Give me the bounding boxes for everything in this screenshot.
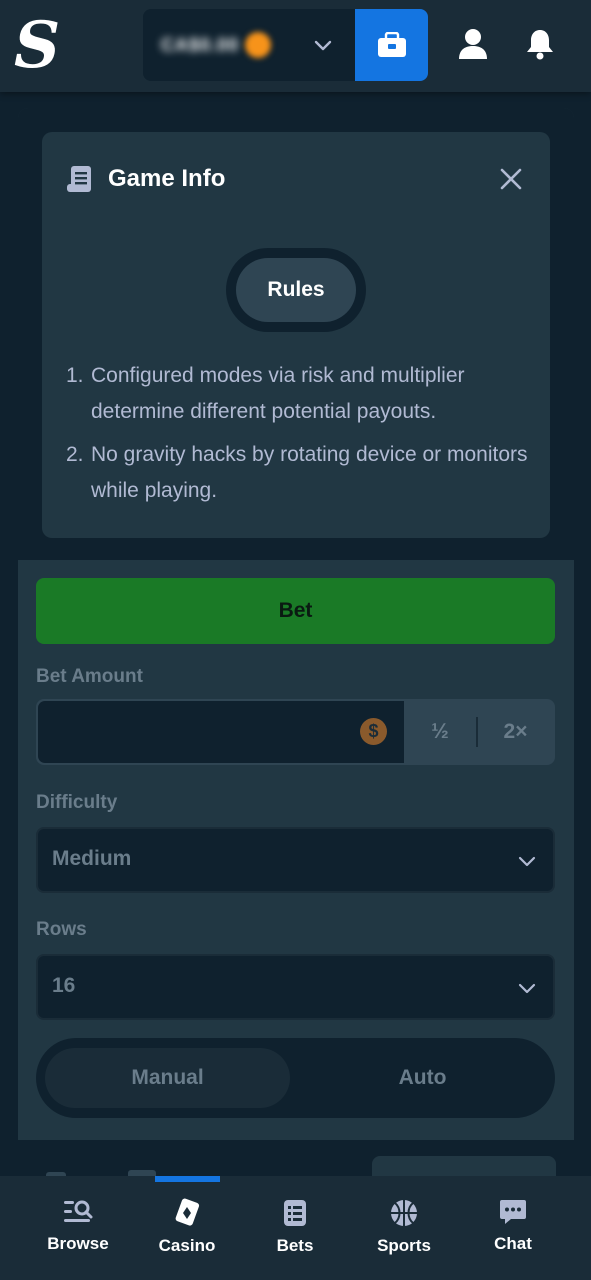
tab-auto[interactable]: Auto	[300, 1048, 545, 1108]
bottom-nav: Browse Casino Bets Sports Chat	[0, 1176, 591, 1280]
profile-button[interactable]	[453, 24, 493, 64]
nav-label: Browse	[47, 1234, 109, 1253]
rule-item: 1. Configured modes via risk and multipl…	[66, 364, 465, 423]
wallet-selector[interactable]: CA$0.00	[143, 9, 355, 81]
nav-bets[interactable]: Bets	[240, 1176, 350, 1280]
user-icon	[459, 29, 487, 59]
dollar-icon: $	[360, 718, 387, 745]
bell-icon	[527, 30, 553, 60]
casino-icon	[175, 1198, 200, 1226]
bets-icon	[284, 1200, 306, 1226]
mode-tabs: Manual Auto	[36, 1038, 555, 1118]
difficulty-value: Medium	[52, 847, 132, 870]
nav-browse[interactable]: Browse	[23, 1176, 133, 1280]
wallet-icon	[377, 32, 406, 57]
nav-label: Sports	[377, 1236, 431, 1255]
logo[interactable]: S	[14, 12, 62, 80]
chevron-down-icon	[518, 983, 536, 994]
wallet-balance: CA$0.00	[161, 34, 240, 55]
chat-icon	[500, 1200, 526, 1224]
nav-casino[interactable]: Casino	[132, 1176, 242, 1280]
tab-manual[interactable]: Manual	[45, 1048, 290, 1108]
notifications-button[interactable]	[520, 24, 560, 64]
rule-item: 2. No gravity hacks by rotating device o…	[66, 443, 528, 502]
rows-value: 16	[52, 974, 76, 997]
bet-button[interactable]: Bet	[36, 578, 555, 644]
currency-coin-icon	[245, 32, 272, 58]
game-info-title: Game Info	[108, 165, 226, 192]
rows-label: Rows	[36, 919, 87, 940]
game-info-section: Game Info Rules 1. Configured modes via …	[18, 108, 574, 560]
rules-tab-group: Rules	[226, 248, 366, 332]
difficulty-select[interactable]: Medium	[36, 827, 555, 893]
nav-label: Casino	[158, 1236, 216, 1255]
chevron-down-icon	[314, 40, 332, 51]
double-button[interactable]: 2×	[478, 701, 553, 763]
wallet-button[interactable]	[355, 9, 428, 81]
nav-sports[interactable]: Sports	[349, 1176, 459, 1280]
rows-select[interactable]: 16	[36, 954, 555, 1020]
nav-chat[interactable]: Chat	[458, 1176, 568, 1280]
close-icon[interactable]	[496, 164, 526, 194]
top-bar: S CA$0.00	[0, 0, 591, 92]
bet-amount-input[interactable]	[38, 701, 404, 763]
browse-icon	[64, 1200, 93, 1222]
rule-text: No gravity hacks by rotating device or m…	[91, 443, 528, 502]
tab-rules[interactable]: Rules	[236, 258, 356, 322]
nav-label: Bets	[276, 1236, 314, 1255]
half-button[interactable]: ½	[404, 701, 476, 763]
rules-list: 1. Configured modes via risk and multipl…	[66, 358, 536, 516]
nav-label: Chat	[494, 1234, 532, 1253]
game-info-card: Game Info Rules 1. Configured modes via …	[42, 132, 550, 538]
difficulty-label: Difficulty	[36, 792, 118, 813]
bet-amount-group: $ ½ 2×	[36, 699, 555, 765]
chevron-down-icon	[518, 856, 536, 867]
bet-amount-label: Bet Amount	[36, 666, 143, 687]
rule-text: Configured modes via risk and multiplier…	[91, 364, 465, 423]
sports-icon	[391, 1200, 417, 1226]
game-panel: Game Info Rules 1. Configured modes via …	[18, 108, 574, 1196]
document-icon	[67, 166, 91, 192]
